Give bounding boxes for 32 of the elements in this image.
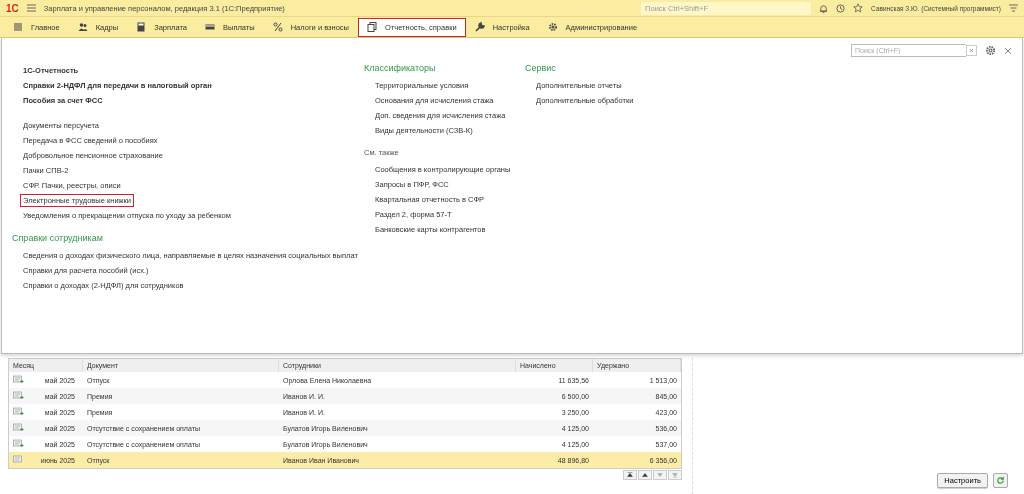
- down-arrow-icon: [671, 471, 679, 479]
- close-icon[interactable]: [1004, 46, 1012, 55]
- calculator-icon: [136, 22, 147, 32]
- settings-icon[interactable]: [985, 45, 996, 56]
- app-logo: 1С: [6, 2, 19, 14]
- up-arrow-icon: [641, 471, 649, 479]
- posted-document-icon: [13, 390, 24, 400]
- up-arrow-icon: [626, 471, 634, 479]
- history-icon[interactable]: [836, 3, 846, 13]
- group-heading: Сервис: [525, 63, 557, 75]
- group-heading: Классификаторы: [364, 63, 437, 75]
- first-page-button[interactable]: [623, 470, 637, 480]
- clear-icon[interactable]: [966, 45, 977, 56]
- posted-document-icon: [13, 406, 24, 416]
- bell-icon[interactable]: [819, 3, 829, 13]
- posted-document-icon: [13, 422, 24, 432]
- posted-document-icon: [13, 438, 24, 448]
- gear-icon: [547, 22, 558, 32]
- refresh-icon: [996, 476, 1005, 485]
- down-arrow-icon: [656, 471, 664, 479]
- percent-icon: [272, 22, 283, 32]
- refresh-button[interactable]: [993, 473, 1008, 488]
- people-icon: [77, 22, 88, 32]
- group-heading: Справки сотрудникам: [12, 233, 104, 245]
- wrench-icon: [474, 22, 485, 32]
- posted-document-icon: [13, 374, 24, 384]
- documents-icon: [366, 22, 377, 32]
- wallet-icon: [205, 22, 215, 32]
- previous-button[interactable]: [638, 470, 652, 480]
- last-page-button[interactable]: [668, 470, 682, 480]
- star-icon[interactable]: [853, 3, 864, 13]
- document-icon: [13, 454, 24, 464]
